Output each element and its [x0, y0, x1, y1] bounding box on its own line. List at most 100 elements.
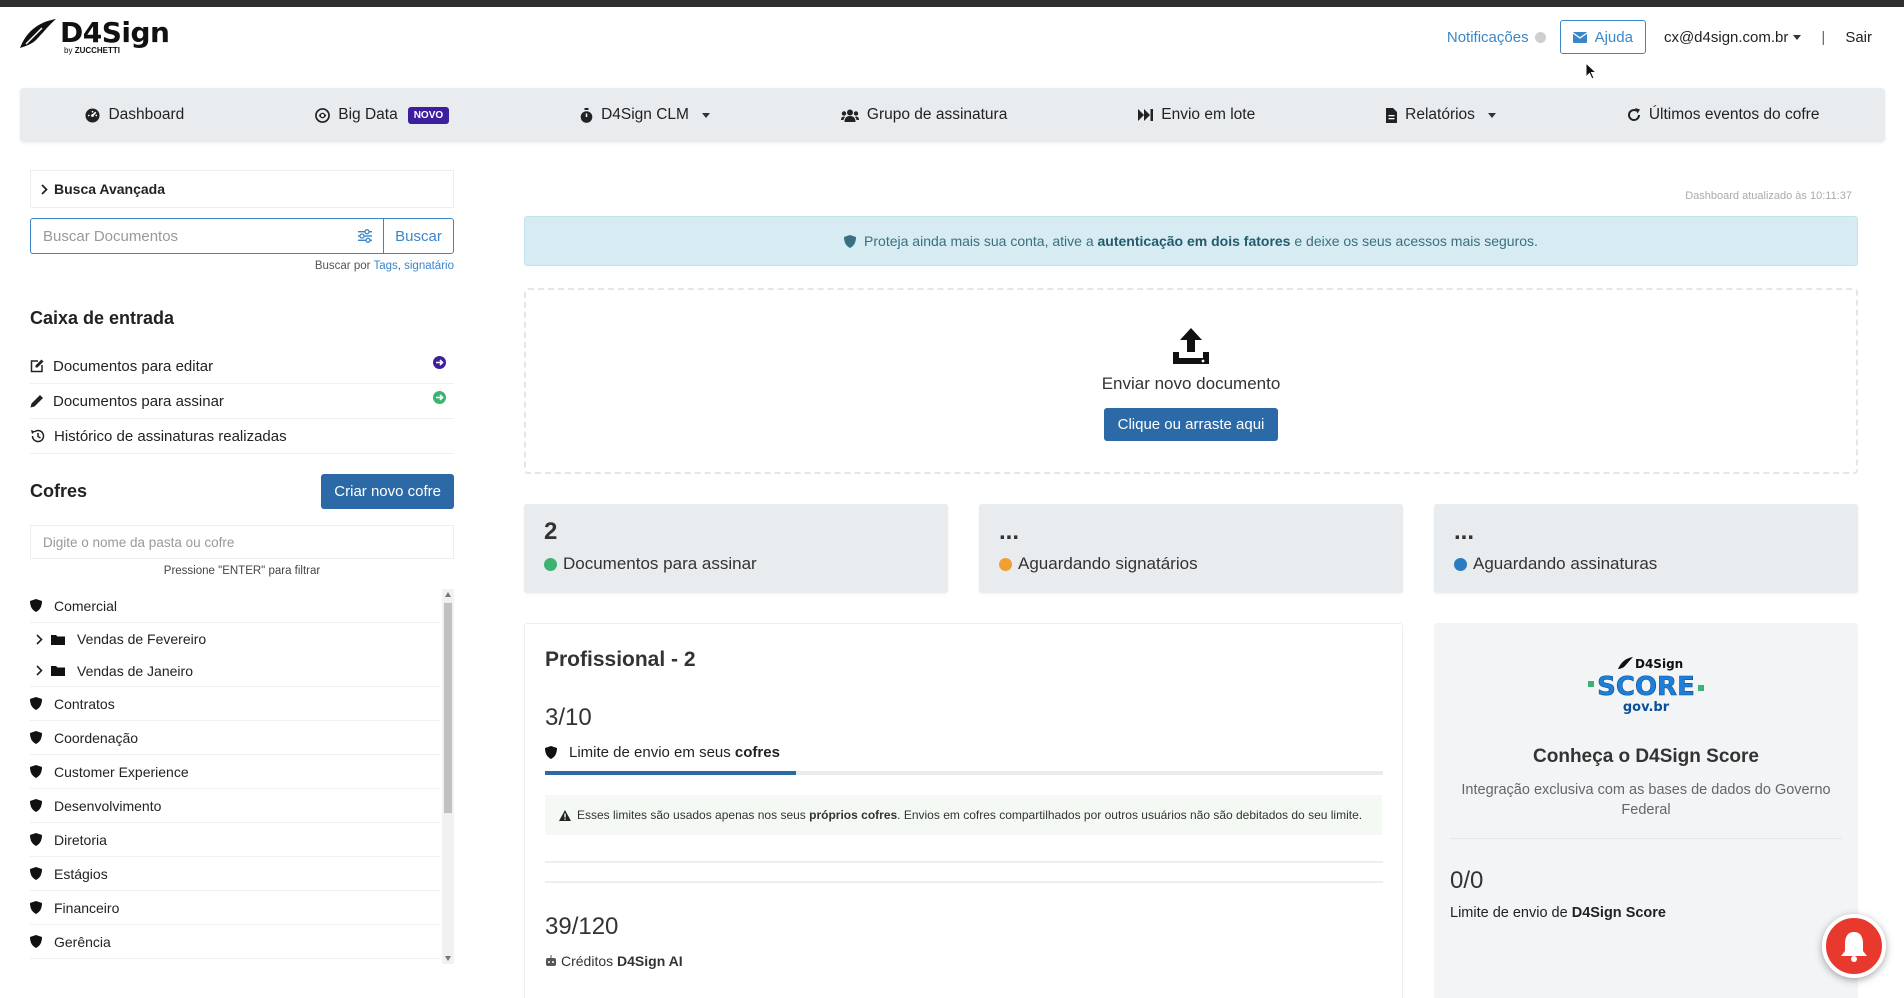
plan-limit-label: Limite de envio em seus cofres — [545, 744, 1382, 761]
upload-button[interactable]: Clique ou arraste aqui — [1103, 408, 1279, 441]
notifications-label: Notificações — [1446, 28, 1529, 46]
folder-item[interactable]: Vendas de Janeiro — [30, 655, 440, 687]
inbox-item-documents-to-sign[interactable]: Documentos para assinar — [30, 384, 454, 419]
cofre-label: Desenvolvimento — [54, 797, 162, 814]
alert-prefix: Proteja ainda mais sua conta, ative a — [864, 233, 1094, 249]
two-factor-link[interactable]: autenticação em dois fatores — [1098, 233, 1291, 249]
main-nav: Dashboard Big Data NOVO D4Sign CLM Grupo… — [20, 88, 1885, 142]
chevron-right-icon[interactable] — [36, 665, 43, 676]
nav-eventos-label: Últimos eventos do cofre — [1648, 106, 1820, 123]
advanced-search-label: Busca Avançada — [54, 181, 166, 197]
logout-link[interactable]: Sair — [1845, 29, 1872, 46]
nav-dashboard-label: Dashboard — [108, 106, 185, 123]
plan-progress-bar — [545, 771, 1383, 775]
scroll-up-arrow-icon[interactable] — [445, 592, 451, 597]
stat-card-awaiting-signatures[interactable]: ... Aguardando assinaturas — [1434, 504, 1858, 593]
shield-icon — [844, 234, 857, 248]
scrollbar-thumb[interactable] — [444, 603, 452, 813]
cofre-label: Diretoria — [54, 831, 107, 848]
stat-card-to-sign[interactable]: 2 Documentos para assinar — [524, 504, 948, 593]
arrow-circle-right-icon[interactable] — [433, 356, 446, 369]
caret-down-icon — [1487, 112, 1496, 118]
advanced-search-toggle[interactable]: Busca Avançada — [30, 170, 454, 208]
score-limit-bold: D4Sign Score — [1571, 905, 1666, 921]
top-strip — [0, 0, 1904, 7]
tree-scrollbar[interactable] — [442, 589, 454, 964]
chevron-right-icon[interactable] — [36, 633, 43, 645]
cofre-item[interactable]: Desenvolvimento — [30, 789, 440, 823]
inbox-item-label: Documentos para assinar — [53, 392, 224, 410]
nav-grupo-label: Grupo de assinatura — [866, 106, 1008, 123]
cofre-item[interactable]: Diretoria — [30, 823, 440, 857]
dashboard-icon — [85, 107, 100, 123]
cofre-item[interactable]: Customer Experience — [30, 755, 440, 789]
cofre-label: Coordenação — [54, 729, 139, 746]
score-logo-brand: D4Sign — [1635, 657, 1683, 671]
cofre-item[interactable]: Gerência — [30, 925, 440, 959]
nav-big-data[interactable]: Big Data NOVO — [315, 106, 450, 124]
cofre-item[interactable]: Contratos — [30, 687, 440, 721]
nav-ultimos-eventos[interactable]: Últimos eventos do cofre — [1627, 106, 1820, 124]
lower-row: Profissional - 2 3/10 Limite de envio em… — [524, 623, 1858, 998]
user-menu-dropdown[interactable]: cx@d4sign.com.br — [1664, 29, 1802, 46]
warn-bold: próprios cofres — [809, 808, 898, 822]
folder-item[interactable]: Vendas de Fevereiro — [30, 623, 440, 655]
scroll-down-arrow-icon[interactable] — [445, 956, 451, 961]
cofre-item[interactable]: Comercial — [30, 589, 440, 623]
fast-forward-icon — [1138, 109, 1154, 121]
shield-icon — [30, 867, 42, 880]
plan-progress-fill — [545, 771, 797, 775]
nav-grupo-assinatura[interactable]: Grupo de assinatura — [840, 106, 1008, 124]
cofre-item[interactable]: Financeiro — [30, 891, 440, 925]
folder-icon — [51, 634, 65, 645]
stat-label: Aguardando signatários — [1018, 554, 1198, 573]
inbox-item-label: Histórico de assinaturas realizadas — [54, 427, 287, 445]
upload-dropzone[interactable]: Enviar novo documento Clique ou arraste … — [524, 288, 1858, 474]
robot-icon — [546, 955, 556, 966]
cofre-item[interactable]: Estágios — [30, 857, 440, 891]
score-title: Conheça o D4Sign Score — [1533, 746, 1759, 767]
cofre-item[interactable]: Coordenação — [30, 721, 440, 755]
d4sign-logo[interactable]: D4Sign by ZUCCHETTI — [18, 18, 170, 55]
filter-sliders-icon[interactable] — [357, 228, 373, 244]
inbox-title: Caixa de entrada — [30, 308, 175, 328]
filter-hint: Pressione "ENTER" para filtrar — [163, 565, 321, 577]
search-hint-signer-link[interactable]: signatário — [404, 260, 454, 272]
limit-prefix: Limite de envio em seus — [569, 744, 731, 761]
nav-relatorios[interactable]: Relatórios — [1386, 106, 1496, 124]
plan-card: Profissional - 2 3/10 Limite de envio em… — [524, 623, 1403, 998]
inbox-item-documents-to-edit[interactable]: Documentos para editar — [30, 349, 454, 384]
cofre-label: Estágios — [54, 865, 108, 882]
arrow-circle-right-icon[interactable] — [433, 391, 446, 404]
shield-icon — [30, 731, 42, 744]
stat-value: ... — [1454, 518, 1475, 545]
plan-limit-warning: Esses limites são usados apenas nos seus… — [545, 795, 1382, 835]
inbox-item-signature-history[interactable]: Histórico de assinaturas realizadas — [30, 419, 454, 454]
cofre-filter-input[interactable]: Digite o nome da pasta ou cofre — [30, 525, 454, 559]
file-report-icon — [1386, 107, 1398, 123]
cofres-header: Cofres Criar novo cofre — [30, 474, 454, 509]
warn-suffix: . Envios em cofres compartilhados por ou… — [897, 808, 1363, 822]
limit-bold: cofres — [734, 744, 780, 761]
upload-icon — [1173, 328, 1209, 364]
shield-icon — [545, 746, 557, 759]
stat-value: ... — [999, 518, 1020, 545]
notifications-link[interactable]: Notificações — [1447, 29, 1546, 46]
main-content: Dashboard atualizado às 10:11:37 Proteja… — [524, 190, 1858, 998]
caret-down-icon — [701, 112, 710, 118]
stat-card-awaiting-signers[interactable]: ... Aguardando signatários — [979, 504, 1403, 593]
nav-d4sign-clm[interactable]: D4Sign CLM — [580, 106, 710, 124]
d4sign-score-card[interactable]: D4Sign SCORE gov.br Conheça o D4Sign Sco… — [1434, 623, 1858, 998]
search-documents-input[interactable]: Buscar Documentos — [30, 218, 383, 254]
help-button[interactable]: Ajuda — [1559, 20, 1646, 54]
search-button[interactable]: Buscar — [383, 218, 454, 254]
cofre-label: Contratos — [54, 695, 115, 712]
nav-dashboard[interactable]: Dashboard — [85, 106, 184, 124]
cofre-label: Financeiro — [54, 899, 120, 916]
score-description: Integração exclusiva com as bases de dad… — [1461, 782, 1831, 818]
cofre-label: Gerência — [54, 933, 111, 950]
create-cofre-button[interactable]: Criar novo cofre — [321, 474, 454, 509]
notification-bell-button[interactable] — [1822, 914, 1886, 978]
search-hint-tags-link[interactable]: Tags — [373, 260, 397, 272]
nav-envio-lote[interactable]: Envio em lote — [1138, 106, 1255, 124]
